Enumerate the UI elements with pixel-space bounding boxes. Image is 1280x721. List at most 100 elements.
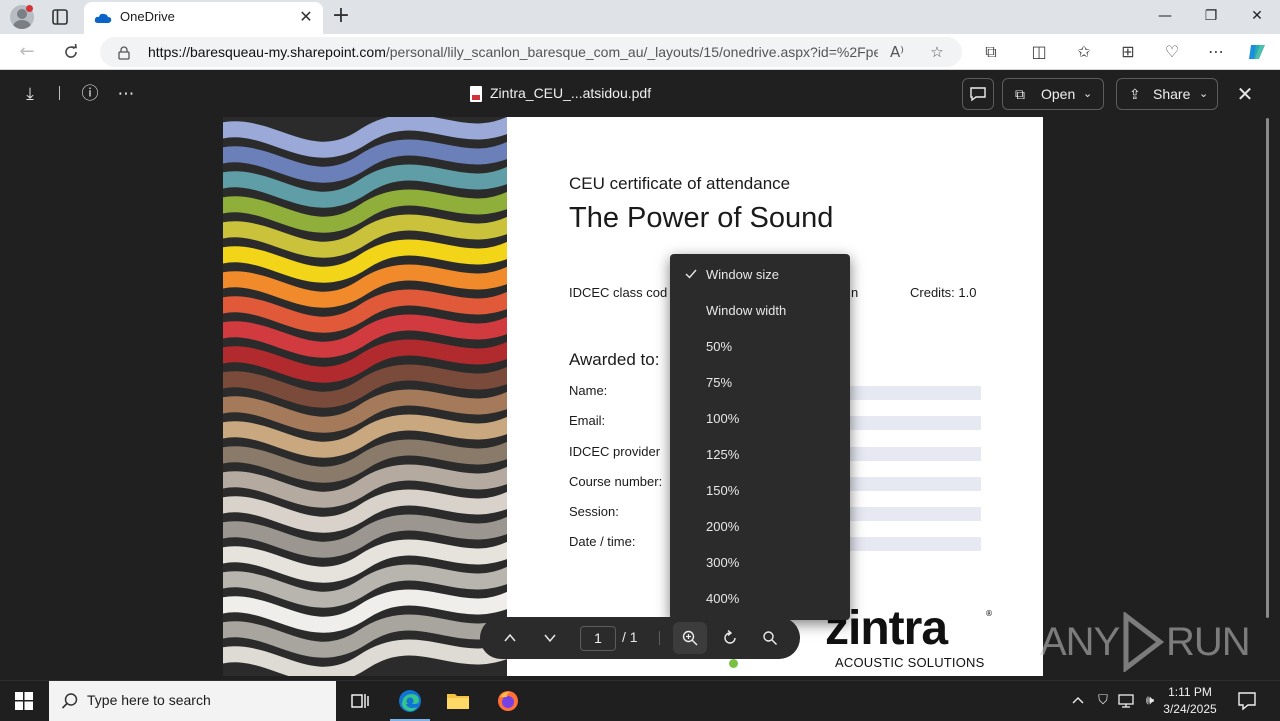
previous-page-chevron-up-icon[interactable] (499, 627, 521, 649)
firefox-icon (498, 691, 518, 711)
logo-tagline: ACOUSTIC SOLUTIONS (835, 655, 985, 670)
taskbar-file-explorer[interactable] (434, 681, 482, 721)
clock-date: 3/24/2025 (1163, 702, 1217, 716)
zoom-option-100[interactable]: 100% (670, 402, 850, 438)
browser-essentials-icon[interactable]: ♡ (1161, 41, 1183, 63)
tab-onedrive[interactable]: OneDrive ✕ (84, 2, 323, 34)
minimize-button[interactable]: — (1142, 0, 1188, 32)
share-button[interactable]: ⇪ Share ⌄ (1116, 78, 1218, 110)
refresh-icon[interactable] (60, 41, 82, 63)
volume-tray-icon[interactable]: 🕪 (1140, 691, 1160, 711)
zoom-option-window-width[interactable]: Window width (670, 294, 850, 330)
zoom-option-50[interactable]: 50% (670, 330, 850, 366)
close-viewer-icon[interactable]: ✕ (1233, 82, 1257, 106)
zoom-option-200[interactable]: 200% (670, 510, 850, 546)
checkmark-icon (685, 269, 697, 279)
extensions-icon[interactable]: ⧉ (980, 41, 1002, 63)
favorite-star-icon[interactable]: ☆ (927, 42, 947, 62)
read-aloud-icon[interactable]: A⁾ (887, 42, 907, 62)
page-total: / 1 (622, 629, 638, 645)
address-bar-row: ← https://baresqueau-my.sharepoint.com/p… (0, 34, 1280, 70)
zoom-option-label: 100% (706, 411, 740, 426)
zoom-option-300[interactable]: 300% (670, 546, 850, 582)
zoom-option-label: 150% (706, 483, 740, 498)
zoom-button[interactable] (673, 622, 707, 654)
scrollbar-thumb[interactable] (1266, 118, 1269, 618)
zoom-option-label: 125% (706, 447, 740, 462)
logo-green-dot (729, 659, 738, 668)
favorites-icon[interactable]: ✩ (1073, 41, 1095, 63)
taskbar-clock[interactable]: 1:11 PM 3/24/2025 (1160, 684, 1220, 718)
page-number-input[interactable]: 1 (580, 626, 616, 651)
field-label-provider: IDCEC provider (569, 444, 661, 459)
security-tray-icon[interactable]: ⛉ (1093, 691, 1113, 711)
maximize-button[interactable]: ❐ (1188, 0, 1234, 32)
class-code-label: IDCEC class cod (569, 285, 668, 300)
url-host: https://baresqueau-my.sharepoint.com (148, 44, 386, 60)
wave-sculpture-image (223, 117, 507, 676)
zoom-option-75[interactable]: 75% (670, 366, 850, 402)
url-text[interactable]: https://baresqueau-my.sharepoint.com/per… (148, 44, 878, 60)
zoom-option-label: Window size (706, 267, 779, 282)
edge-browser-icon (399, 690, 421, 712)
play-logo-icon (1123, 612, 1165, 672)
open-external-icon: ⧉ (1015, 86, 1025, 102)
tab-close-icon[interactable]: ✕ (297, 8, 315, 26)
certificate-title: The Power of Sound (569, 202, 834, 234)
task-view-icon (351, 694, 369, 708)
more-menu-icon[interactable]: ⋯ (1205, 41, 1227, 63)
zoom-option-125[interactable]: 125% (670, 438, 850, 474)
task-view-button[interactable] (336, 681, 384, 721)
comments-button[interactable] (962, 78, 994, 110)
new-tab-icon[interactable]: + (330, 4, 352, 28)
taskbar-edge[interactable] (386, 681, 434, 721)
pdf-viewer: ⤓ ⓘ ⋯ Zintra_CEU_...atsidou.pdf ⧉ Open ⌄… (4, 70, 1272, 676)
field-value-session (850, 507, 981, 521)
profile-notification-dot (26, 5, 33, 12)
open-button[interactable]: ⧉ Open ⌄ (1002, 78, 1104, 110)
field-value-provider (850, 447, 981, 461)
info-icon[interactable]: ⓘ (78, 82, 102, 106)
more-options-icon[interactable]: ⋯ (114, 82, 138, 106)
scrollbar[interactable] (1266, 118, 1270, 658)
download-icon[interactable]: ⤓ (18, 82, 42, 106)
notification-center-icon[interactable] (1236, 690, 1258, 712)
zoom-option-window-size[interactable]: Window size (670, 258, 850, 294)
toolbar-divider (659, 631, 660, 645)
zoom-option-label: 50% (706, 339, 733, 354)
zoom-option-label: Window width (706, 303, 787, 318)
network-tray-icon[interactable] (1116, 691, 1136, 711)
folder-icon (447, 694, 469, 709)
close-window-button[interactable]: ✕ (1234, 0, 1280, 32)
field-label-date-time: Date / time: (569, 534, 636, 549)
clock-time: 1:11 PM (1168, 685, 1212, 699)
watermark-text-right: RUN (1166, 620, 1251, 664)
split-screen-icon[interactable]: ◫ (1028, 41, 1050, 63)
url-field[interactable]: https://baresqueau-my.sharepoint.com/per… (100, 37, 962, 67)
taskbar-search-box[interactable]: Type here to search (49, 681, 336, 721)
lock-icon[interactable] (118, 45, 130, 60)
field-value-course-number (850, 477, 981, 491)
taskbar-firefox[interactable] (484, 681, 532, 721)
pdf-page: CEU certificate of attendance The Power … (223, 117, 1043, 676)
search-document-icon[interactable] (759, 627, 781, 649)
onedrive-cloud-icon (94, 10, 112, 24)
zoom-option-label: 300% (706, 555, 740, 570)
certificate-subtitle: CEU certificate of attendance (569, 174, 791, 193)
file-name: Zintra_CEU_...atsidou.pdf (490, 85, 652, 101)
tab-actions-icon[interactable] (50, 7, 70, 27)
windows-taskbar: Type here to search ⛉ 🕪 1:11 PM 3/24/202… (0, 680, 1280, 721)
field-label-email: Email: (569, 413, 606, 428)
next-page-chevron-down-icon[interactable] (539, 627, 561, 649)
field-label-session: Session: (569, 504, 619, 519)
tab-title: OneDrive (120, 9, 175, 24)
zoom-option-150[interactable]: 150% (670, 474, 850, 510)
collections-icon[interactable]: ⊞ (1117, 41, 1139, 63)
page-navigation-toolbar: 1 / 1 (480, 617, 800, 659)
rotate-icon[interactable] (719, 627, 741, 649)
zoom-option-400[interactable]: 400% (670, 582, 850, 618)
start-button[interactable] (0, 681, 48, 721)
back-arrow-icon[interactable]: ← (16, 41, 38, 63)
copilot-icon[interactable] (1246, 41, 1268, 63)
tray-overflow-chevron-up-icon[interactable] (1068, 691, 1088, 711)
